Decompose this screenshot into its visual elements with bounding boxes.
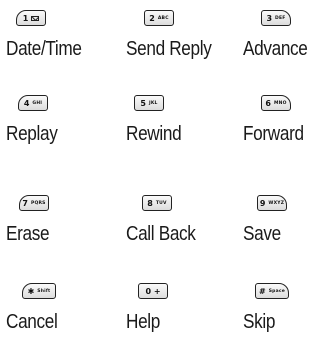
key-number: 5 — [140, 98, 146, 108]
key-cell-5: 5 JKL Rewind — [126, 95, 236, 165]
key-number: 9 — [259, 198, 266, 208]
key-8-button[interactable]: 8 TUV — [142, 195, 172, 211]
key-label-save: Save — [243, 223, 281, 245]
key-letters: WXYZ — [268, 200, 285, 206]
key-letters: DEF — [275, 15, 286, 21]
key-number: # — [259, 286, 266, 296]
key-letters: Shift — [37, 288, 51, 294]
key-number: 1 — [22, 13, 29, 23]
key-letters: ABC — [157, 15, 169, 21]
key-letters: Space — [268, 288, 285, 294]
key-cell-star: ✱ Shift Cancel — [6, 283, 116, 353]
key-label-erase: Erase — [6, 223, 50, 245]
key-letters: JKL — [148, 100, 158, 106]
key-label-call-back: Call Back — [126, 223, 196, 245]
key-star-button[interactable]: ✱ Shift — [22, 283, 56, 299]
key-label-replay: Replay — [6, 123, 58, 145]
key-pound-button[interactable]: # Space — [255, 283, 289, 299]
key-cell-3: 3 DEF Advance — [243, 10, 332, 80]
key-number: 0 + — [145, 286, 161, 296]
key-cell-8: 8 TUV Call Back — [126, 195, 236, 265]
key-label-help: Help — [126, 311, 161, 333]
key-5-button[interactable]: 5 JKL — [134, 95, 164, 111]
key-number: 8 — [147, 198, 153, 208]
key-label-send-reply: Send Reply — [126, 38, 212, 60]
key-number: 2 — [149, 13, 155, 23]
key-cell-6: 6 MNO Forward — [243, 95, 332, 165]
key-letters: TUV — [155, 200, 167, 206]
key-2-button[interactable]: 2 ABC — [144, 10, 174, 26]
key-letters: GHI — [32, 100, 43, 106]
key-label-cancel: Cancel — [6, 311, 58, 333]
key-cell-4: 4 GHI Replay — [6, 95, 116, 165]
key-6-button[interactable]: 6 MNO — [261, 95, 291, 111]
key-label-advance: Advance — [243, 38, 308, 60]
key-cell-9: 9 WXYZ Save — [243, 195, 332, 265]
key-label-forward: Forward — [243, 123, 304, 145]
keypad-legend: 1 Date/Time 2 ABC Send Reply 3 DEF Advan… — [0, 0, 332, 334]
key-letters: PQRS — [30, 200, 46, 206]
key-cell-1: 1 Date/Time — [6, 10, 116, 80]
key-3-button[interactable]: 3 DEF — [261, 10, 291, 26]
key-cell-7: 7 PQRS Erase — [6, 195, 116, 265]
key-1-button[interactable]: 1 — [16, 10, 46, 26]
key-0-button[interactable]: 0 + — [138, 283, 168, 299]
key-letters: MNO — [273, 100, 287, 106]
key-label-skip: Skip — [243, 311, 276, 333]
key-number: 4 — [23, 98, 30, 108]
mail-icon — [31, 15, 40, 21]
key-label-date-time: Date/Time — [6, 38, 82, 60]
key-number: ✱ — [27, 286, 35, 296]
key-number: 7 — [22, 198, 28, 208]
key-4-button[interactable]: 4 GHI — [18, 95, 48, 111]
key-number: 6 — [265, 98, 271, 108]
key-9-button[interactable]: 9 WXYZ — [257, 195, 287, 211]
key-label-rewind: Rewind — [126, 123, 182, 145]
key-number: 3 — [266, 13, 273, 23]
key-cell-2: 2 ABC Send Reply — [126, 10, 236, 80]
key-cell-pound: # Space Skip — [243, 283, 332, 353]
key-7-button[interactable]: 7 PQRS — [19, 195, 49, 211]
key-cell-0: 0 + Help — [126, 283, 236, 353]
